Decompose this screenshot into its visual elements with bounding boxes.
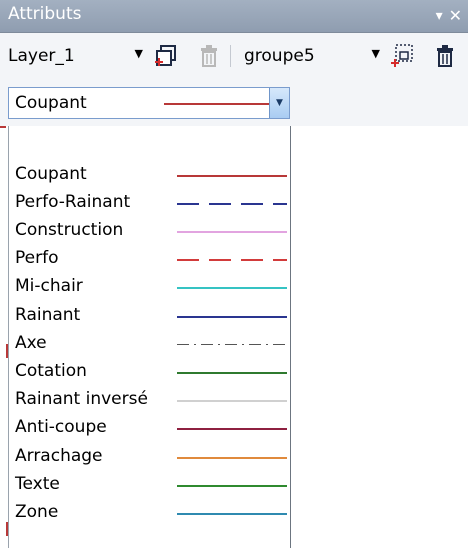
line-sample xyxy=(177,231,287,233)
canvas-line-fragment xyxy=(0,126,6,128)
list-item-perfo-rainant[interactable]: Perfo-Rainant xyxy=(9,190,290,218)
list-item-zone[interactable]: Zone xyxy=(9,500,290,528)
list-item-texte[interactable]: Texte xyxy=(9,472,290,500)
panel-title: Attributs xyxy=(8,4,82,24)
chevron-down-icon[interactable]: ▼ xyxy=(269,88,289,118)
line-sample xyxy=(177,203,287,205)
list-item-label: Perfo xyxy=(15,248,59,268)
list-item-arrachage[interactable]: Arrachage xyxy=(9,444,290,472)
chevron-down-icon[interactable]: ▼ xyxy=(372,47,380,60)
line-type-select-preview xyxy=(164,103,270,105)
list-item-label: Texte xyxy=(15,474,60,494)
list-item-label: Perfo-Rainant xyxy=(15,192,131,212)
line-sample xyxy=(177,372,287,374)
list-item-label: Rainant xyxy=(15,305,81,325)
line-sample xyxy=(177,287,287,289)
panel-title-bar: Attributs ▾ ✕ xyxy=(0,0,468,33)
line-sample xyxy=(177,344,287,345)
chevron-down-icon[interactable]: ▼ xyxy=(135,47,143,60)
line-type-select[interactable]: Coupant ▼ xyxy=(8,87,290,119)
line-sample xyxy=(177,485,287,487)
close-icon[interactable]: ✕ xyxy=(449,6,462,26)
list-item-construction[interactable]: Construction xyxy=(9,218,290,246)
layer-select[interactable]: Layer_1 ▼ xyxy=(2,41,147,71)
layer-select-value: Layer_1 xyxy=(8,46,75,66)
group-select-value: groupe5 xyxy=(244,46,315,66)
add-group-icon[interactable] xyxy=(390,43,416,69)
line-sample xyxy=(177,259,287,261)
delete-layer-icon[interactable] xyxy=(196,43,222,69)
list-item-rainant[interactable]: Rainant xyxy=(9,303,290,331)
list-item-coupant[interactable]: Coupant xyxy=(9,162,290,190)
group-select[interactable]: groupe5 ▼ xyxy=(238,41,384,71)
toolbar-separator xyxy=(230,45,231,67)
list-item-label: Rainant inversé xyxy=(15,389,148,409)
list-item-rainant-inverse[interactable]: Rainant inversé xyxy=(9,387,290,415)
layer-toolbar: Layer_1 ▼ groupe5 ▼ xyxy=(0,33,468,81)
line-type-row: Coupant ▼ xyxy=(0,80,468,126)
line-sample xyxy=(177,400,287,402)
title-buttons: ▾ ✕ xyxy=(436,6,462,26)
line-sample xyxy=(177,428,287,430)
list-item-label: Anti-coupe xyxy=(15,417,107,437)
line-sample xyxy=(177,316,287,318)
list-item-mi-chair[interactable]: Mi-chair xyxy=(9,274,290,302)
line-sample xyxy=(177,175,287,177)
add-layer-icon[interactable] xyxy=(154,43,180,69)
canvas-line-fragment xyxy=(6,344,8,358)
line-type-select-value: Coupant xyxy=(15,93,87,113)
list-item-perfo[interactable]: Perfo xyxy=(9,246,290,274)
list-item-label: Cotation xyxy=(15,361,87,381)
canvas-line-fragment xyxy=(6,522,8,536)
list-item-anti-coupe[interactable]: Anti-coupe xyxy=(9,415,290,443)
list-item-label: Zone xyxy=(15,502,59,522)
list-item-label: Mi-chair xyxy=(15,276,83,296)
line-sample xyxy=(177,513,287,515)
list-item-label: Arrachage xyxy=(15,446,103,466)
line-type-dropdown-list: Coupant Perfo-Rainant Construction Perfo… xyxy=(8,126,291,548)
list-item-label: Axe xyxy=(15,333,47,353)
line-sample xyxy=(177,457,287,459)
delete-group-icon[interactable] xyxy=(432,43,458,69)
list-item-label: Coupant xyxy=(15,164,87,184)
pin-down-icon[interactable]: ▾ xyxy=(436,6,443,26)
list-item-axe[interactable]: Axe xyxy=(9,331,290,359)
list-item-cotation[interactable]: Cotation xyxy=(9,359,290,387)
list-item-label: Construction xyxy=(15,220,124,240)
